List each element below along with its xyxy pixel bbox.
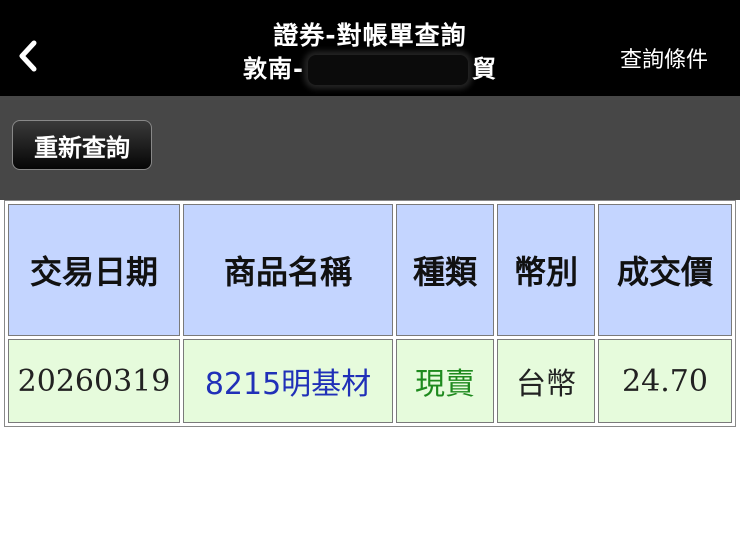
table-row[interactable]: 20260319 8215明基材 現賣 台幣 24.70 — [8, 339, 732, 423]
requery-button[interactable]: 重新查詢 — [12, 120, 152, 170]
top-header: 證券-對帳單查詢 敦南- 貿 查詢條件 — [0, 0, 740, 96]
cell-price: 24.70 — [598, 339, 732, 423]
cell-product-name: 8215明基材 — [183, 339, 393, 423]
back-button[interactable] — [14, 36, 42, 76]
account-name-suffix: 貿 — [471, 55, 497, 83]
column-header-type: 種類 — [396, 204, 494, 336]
chevron-left-icon — [19, 40, 37, 72]
page-title-line2: 敦南- 貿 — [170, 52, 570, 86]
cell-trade-date: 20260319 — [8, 339, 180, 423]
statement-table-container: 交易日期 商品名稱 種類 幣別 成交價 20260319 8215明基材 現賣 … — [0, 200, 740, 427]
redacted-account-block — [307, 55, 468, 85]
statement-table: 交易日期 商品名稱 種類 幣別 成交價 20260319 8215明基材 現賣 … — [4, 200, 736, 427]
query-conditions-button[interactable]: 查詢條件 — [620, 42, 708, 74]
column-header-product-name: 商品名稱 — [183, 204, 393, 336]
toolbar: 重新查詢 — [0, 96, 740, 200]
cell-type: 現賣 — [396, 339, 494, 423]
page-title: 證券-對帳單查詢 敦南- 貿 — [170, 20, 570, 86]
table-header-row: 交易日期 商品名稱 種類 幣別 成交價 — [8, 204, 732, 336]
cell-currency: 台幣 — [497, 339, 595, 423]
account-branch-label: 敦南- — [243, 55, 304, 83]
page-title-line1: 證券-對帳單查詢 — [273, 21, 467, 50]
column-header-currency: 幣別 — [497, 204, 595, 336]
column-header-trade-date: 交易日期 — [8, 204, 180, 336]
column-header-price: 成交價 — [598, 204, 732, 336]
